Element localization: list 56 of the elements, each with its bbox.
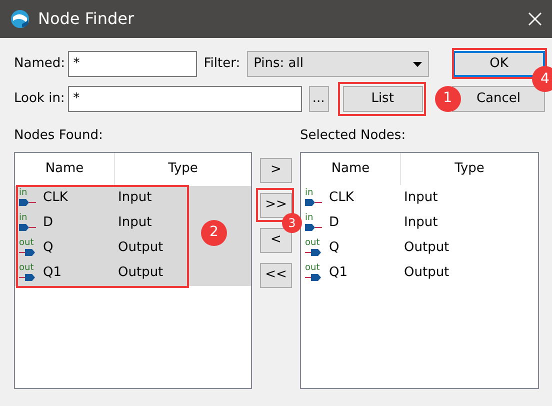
node-row[interactable]: in CLK Input — [15, 186, 251, 210]
browse-button[interactable]: ... — [308, 86, 329, 112]
section-title: Nodes Found: — [14, 126, 104, 144]
node-name: Q1 — [43, 264, 63, 282]
node-row[interactable]: in CLK Input — [301, 186, 538, 210]
pin-direction-label: out — [305, 239, 321, 248]
node-type: Output — [118, 264, 164, 282]
node-name: D — [329, 214, 340, 232]
node-name: Q1 — [329, 264, 349, 282]
column-header[interactable]: Name — [15, 152, 115, 184]
node-name: D — [43, 214, 54, 232]
node-row[interactable]: out Q1 Output — [15, 260, 251, 286]
column-header[interactable]: Name — [301, 152, 401, 184]
node-type: Input — [118, 189, 152, 208]
dropdown-arrow-icon — [412, 62, 422, 66]
transfer-button[interactable]: << — [260, 262, 292, 288]
column-header[interactable]: Type — [401, 152, 538, 184]
look-in-field[interactable]: * — [68, 86, 302, 112]
app-logo-icon — [10, 9, 30, 29]
list-button[interactable]: List — [342, 86, 423, 112]
pin-direction-label: in — [305, 189, 314, 198]
window-title: Node Finder — [38, 8, 136, 30]
pin-direction-label: out — [305, 264, 321, 273]
field-label: Named: — [14, 55, 65, 74]
node-type: Input — [404, 214, 438, 232]
node-row[interactable]: out Q Output — [15, 236, 251, 260]
pin-direction-label: in — [19, 189, 28, 198]
close-icon[interactable] — [528, 12, 542, 26]
filter-dropdown[interactable]: Pins: all — [246, 51, 429, 77]
field-label: Filter: — [204, 55, 240, 74]
node-name: CLK — [43, 189, 69, 208]
node-type: Input — [118, 214, 152, 232]
node-row[interactable]: in D Input — [301, 210, 538, 236]
node-name: Q — [329, 239, 340, 258]
column-header[interactable]: Type — [115, 152, 251, 184]
node-row[interactable]: out Q1 Output — [301, 260, 538, 286]
node-type: Output — [118, 239, 164, 258]
named-field[interactable]: * — [68, 51, 198, 77]
dropdown-value: Pins: all — [254, 55, 304, 74]
pin-direction-label: out — [19, 239, 35, 248]
node-name: CLK — [329, 189, 355, 208]
section-title: Selected Nodes: — [300, 126, 407, 144]
step-number-badge: 1 — [434, 86, 461, 112]
pin-direction-label: out — [19, 264, 35, 273]
node-type: Output — [404, 264, 450, 282]
transfer-button[interactable]: < — [260, 228, 292, 252]
pin-direction-label: in — [19, 214, 28, 223]
pin-direction-label: in — [305, 214, 314, 223]
transfer-button[interactable]: >> — [260, 192, 292, 218]
field-label: Look in: — [14, 90, 65, 108]
node-name: Q — [43, 239, 54, 258]
cancel-button[interactable]: Cancel — [452, 86, 545, 112]
node-type: Output — [404, 239, 450, 258]
transfer-button[interactable]: > — [260, 158, 292, 182]
node-row[interactable]: out Q Output — [301, 236, 538, 260]
node-type: Input — [404, 189, 438, 208]
